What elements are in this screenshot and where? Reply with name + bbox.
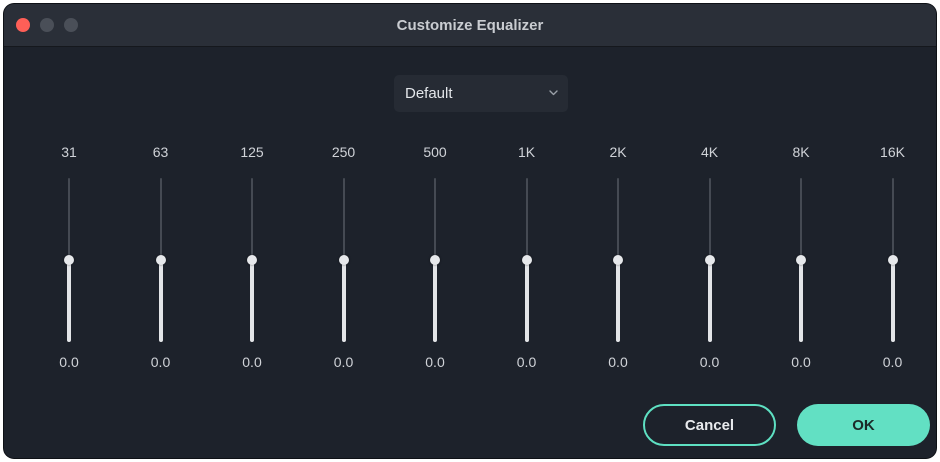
band-frequency-label: 125 — [240, 144, 264, 160]
band-slider-fill — [158, 260, 163, 342]
preset-dropdown[interactable]: Default — [394, 75, 568, 112]
chevron-down-icon — [549, 90, 558, 96]
band-gain-value: 0.0 — [791, 354, 811, 370]
eq-band-250: 250 0.0 — [309, 144, 379, 374]
eq-band-500: 500 0.0 — [400, 144, 470, 374]
eq-band-125: 125 0.0 — [217, 144, 287, 374]
band-slider-knob[interactable] — [430, 255, 440, 265]
band-frequency-label: 1K — [517, 144, 536, 160]
band-frequency-label: 250 — [331, 144, 356, 160]
eq-band-63: 63 0.0 — [126, 144, 196, 374]
band-slider-knob[interactable] — [521, 255, 532, 265]
band-gain-value: 0.0 — [516, 354, 537, 370]
cancel-button[interactable]: Cancel — [643, 404, 776, 446]
band-gain-value: 0.0 — [59, 354, 79, 370]
band-frequency-label: 8K — [792, 144, 810, 160]
band-slider-knob[interactable] — [704, 255, 715, 265]
band-slider-knob[interactable] — [64, 255, 74, 265]
band-slider-knob[interactable] — [155, 255, 166, 265]
ok-button[interactable]: OK — [797, 404, 930, 446]
title-bar: Customize Equalizer — [4, 4, 936, 47]
preset-value: Default — [405, 85, 453, 102]
band-gain-value: 0.0 — [425, 354, 445, 370]
band-gain-value: 0.0 — [608, 354, 628, 370]
band-gain-value: 0.0 — [699, 354, 720, 370]
band-slider-fill — [250, 260, 254, 342]
band-frequency-label: 31 — [61, 144, 77, 160]
band-slider-knob[interactable] — [338, 255, 349, 265]
band-frequency-label: 4K — [700, 144, 719, 160]
band-slider-fill — [67, 260, 71, 342]
band-slider-fill — [524, 260, 529, 342]
eq-band-31: 31 0.0 — [34, 144, 104, 374]
band-slider-fill — [707, 260, 712, 342]
band-slider-knob[interactable] — [613, 255, 623, 265]
band-slider-knob[interactable] — [247, 255, 257, 265]
band-slider-fill — [433, 260, 437, 342]
eq-band-4k: 4K 0.0 — [675, 144, 745, 374]
band-gain-value: 0.0 — [882, 354, 903, 370]
window-title: Customize Equalizer — [396, 17, 544, 34]
band-frequency-label: 2K — [609, 144, 627, 160]
eq-band-1k: 1K 0.0 — [492, 144, 562, 374]
band-slider-knob[interactable] — [887, 255, 898, 265]
band-slider-fill — [616, 260, 620, 342]
band-slider-fill — [799, 260, 803, 342]
equalizer-window: Customize Equalizer Default 31 0.0 63 0.0 12… — [4, 4, 936, 458]
band-gain-value: 0.0 — [150, 354, 171, 370]
eq-band-2k: 2K 0.0 — [583, 144, 653, 374]
band-slider-fill — [890, 260, 895, 342]
band-gain-value: 0.0 — [333, 354, 354, 370]
band-slider-knob[interactable] — [796, 255, 806, 265]
band-gain-value: 0.0 — [242, 354, 262, 370]
band-frequency-label: 63 — [152, 144, 169, 160]
band-slider-fill — [341, 260, 346, 342]
band-frequency-label: 500 — [423, 144, 447, 160]
eq-band-8k: 8K 0.0 — [766, 144, 836, 374]
band-frequency-label: 16K — [880, 144, 905, 160]
eq-band-16k: 16K 0.0 — [858, 144, 928, 374]
